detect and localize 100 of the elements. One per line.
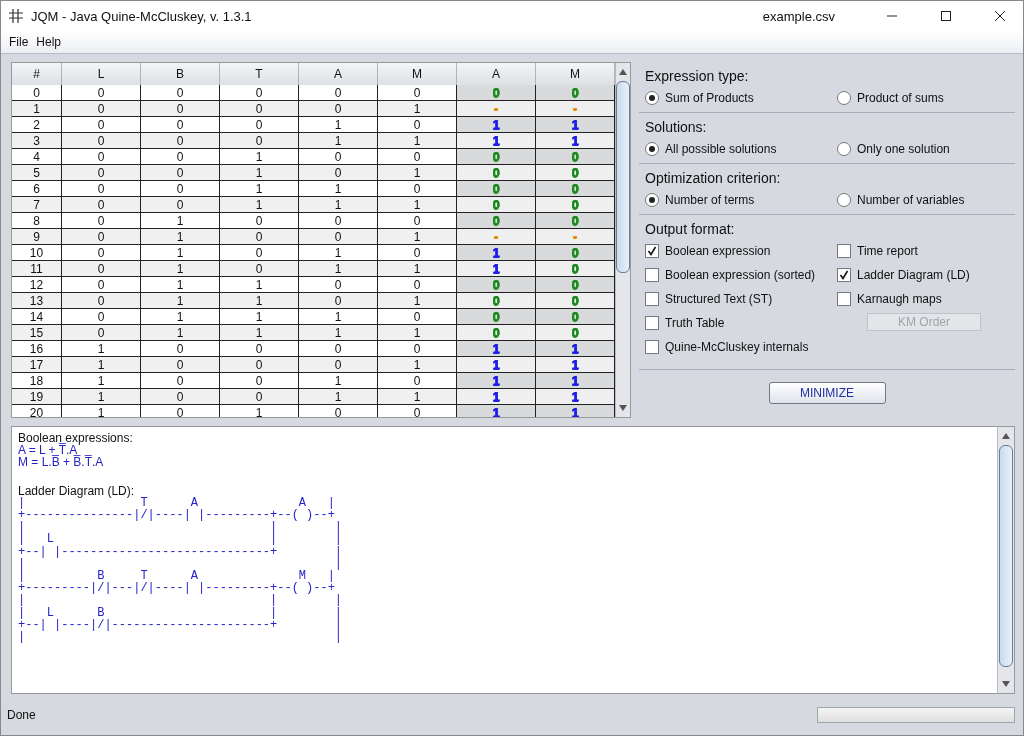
column-header[interactable]: L (62, 63, 141, 86)
minimize-action-button[interactable]: MINIMIZE (768, 382, 886, 404)
checkbox[interactable] (645, 244, 659, 258)
checkbox[interactable] (645, 292, 659, 306)
checkbox[interactable] (837, 244, 851, 258)
table-cell: 0 (378, 85, 457, 101)
checkbox-option[interactable]: Boolean expression (645, 241, 837, 261)
menu-item[interactable]: Help (32, 35, 66, 49)
table-cell: 0 (220, 341, 299, 357)
table-cell: 13 (12, 293, 62, 309)
checkbox-option[interactable]: Structured Text (ST) (645, 289, 837, 309)
checkbox[interactable] (645, 316, 659, 330)
checkbox[interactable] (837, 292, 851, 306)
output-value: 0 (571, 149, 579, 164)
scroll-thumb[interactable] (616, 81, 630, 273)
output-value: 0 (571, 325, 579, 340)
radio-option[interactable]: Number of terms (645, 190, 837, 210)
table-cell: 0 (220, 245, 299, 261)
grid-icon (9, 9, 23, 23)
radio-button[interactable] (645, 91, 659, 105)
output-value: - (572, 101, 578, 116)
output-value: 0 (571, 277, 579, 292)
radio-button[interactable] (837, 142, 851, 156)
table-cell: 0 (141, 117, 220, 133)
checkbox-option[interactable]: Boolean expression (sorted) (645, 265, 837, 285)
radio-option[interactable]: Number of variables (837, 190, 1011, 210)
output-value: 0 (571, 181, 579, 196)
table-cell: 1 (299, 133, 378, 149)
status-text: Done (7, 707, 36, 722)
scroll-up-arrow-icon[interactable] (1001, 431, 1011, 441)
table-cell: 0 (141, 101, 220, 117)
output-line: Ladder Diagram (LD): (18, 484, 136, 497)
scroll-up-arrow-icon[interactable] (618, 67, 628, 77)
radio-label: Number of variables (857, 193, 965, 207)
table-cell: 1 (12, 101, 62, 117)
table-cell: 6 (12, 181, 62, 197)
column-header[interactable]: B (141, 63, 220, 86)
output-value: 1 (492, 405, 500, 417)
table-cell: 1 (220, 197, 299, 213)
checkbox[interactable] (645, 268, 659, 282)
radio-option[interactable]: Product of sums (837, 88, 1011, 108)
radio-option[interactable]: Sum of Products (645, 88, 837, 108)
scroll-thumb[interactable] (999, 445, 1013, 667)
radio-button[interactable] (645, 142, 659, 156)
table-cell: 3 (12, 133, 62, 149)
checkbox-option[interactable]: Karnaugh maps (837, 289, 1011, 309)
table-cell: 0 (299, 165, 378, 181)
radio-option[interactable]: All possible solutions (645, 139, 837, 159)
output-value: 0 (492, 181, 500, 196)
menu-item[interactable]: File (5, 35, 33, 49)
scrollbar[interactable] (615, 63, 630, 417)
table-cell: 9 (12, 229, 62, 245)
checkbox-option[interactable]: Truth Table (645, 313, 837, 333)
table-cell: 0 (62, 309, 141, 325)
radio-label: All possible solutions (665, 142, 777, 156)
radio-button[interactable] (837, 193, 851, 207)
file-name: example.csv (762, 8, 835, 24)
checkbox[interactable] (837, 268, 851, 282)
output-value: 1 (492, 389, 500, 404)
column-header[interactable]: # (12, 63, 62, 86)
table-cell: 19 (12, 389, 62, 405)
checkbox[interactable] (645, 340, 659, 354)
table-cell: 1 (378, 293, 457, 309)
checkbox-option[interactable]: Quine-McCluskey internals (645, 337, 837, 357)
table-cell: 1 (141, 213, 220, 229)
column-header[interactable]: A (457, 63, 536, 86)
column-header[interactable]: A (299, 63, 378, 86)
radio-button[interactable] (645, 193, 659, 207)
column-header[interactable]: M (536, 63, 615, 86)
table-cell: 1 (378, 357, 457, 373)
output-value: 1 (571, 133, 579, 148)
scroll-down-arrow-icon[interactable] (1001, 679, 1011, 689)
output-line: Boolean expressions: (18, 432, 134, 445)
checkbox-option[interactable]: Time report (837, 241, 1011, 261)
ladder-diagram-line: | B T A M | (18, 570, 336, 583)
checkbox-option[interactable]: Ladder Diagram (LD) (837, 265, 1011, 285)
output-value: 1 (492, 245, 500, 260)
table-cell: 0 (378, 117, 457, 133)
checkmark-icon (647, 246, 657, 256)
radio-option[interactable]: Only one solution (837, 139, 1011, 159)
section-title: Optimization criterion: (645, 170, 782, 186)
scroll-down-arrow-icon[interactable] (618, 403, 628, 413)
table-cell: 0 (220, 85, 299, 101)
table-cell: 0 (220, 229, 299, 245)
output-value: 0 (571, 245, 579, 260)
table-cell: 0 (62, 181, 141, 197)
radio-button[interactable] (837, 91, 851, 105)
column-header[interactable]: T (220, 63, 299, 86)
scrollbar[interactable] (997, 427, 1014, 693)
table-cell: 0 (62, 325, 141, 341)
column-header[interactable]: M (378, 63, 457, 86)
table-cell: 1 (220, 165, 299, 181)
table-cell: 0 (141, 357, 220, 373)
table-cell: 1 (141, 245, 220, 261)
ladder-diagram-line: | | (18, 557, 344, 571)
table-cell: 0 (299, 101, 378, 117)
table-cell: 0 (220, 357, 299, 373)
table-cell: 0 (220, 117, 299, 133)
table-cell: 1 (299, 373, 378, 389)
output-value: 1 (571, 405, 579, 417)
